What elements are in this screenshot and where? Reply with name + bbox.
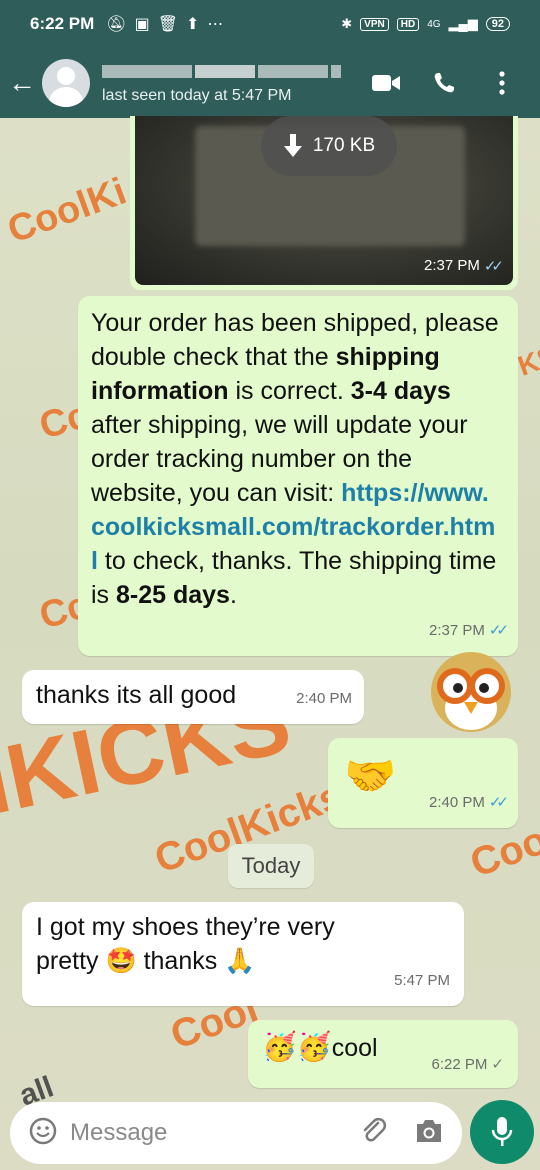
- upload-icon: ⬆︎: [186, 16, 200, 33]
- hd-badge: HD: [396, 17, 420, 31]
- message-text: thanks its all good: [36, 681, 237, 709]
- message-text: I got my shoes they’re very pretty 🤩 tha…: [36, 913, 335, 975]
- message-time: 2:37 PM: [428, 622, 485, 639]
- signal-icon: ▂▄▆: [448, 16, 478, 31]
- bluetooth-icon: ✱: [341, 16, 353, 31]
- overflow-menu-icon[interactable]: [488, 69, 516, 97]
- last-seen-status: last seen today at 5:47 PM: [102, 87, 292, 104]
- read-ticks-icon: ✓✓: [488, 622, 509, 639]
- message-text: cool: [331, 1034, 378, 1062]
- date-separator: Today: [228, 844, 314, 888]
- status-bar: 6:22 PM 🔕︎ ▣ 🗑︎ ⬆︎ ⋯ ✱ VPN HD 4G ▂▄▆ 92: [0, 0, 540, 48]
- message-time: 2:37 PM: [423, 257, 480, 274]
- delete-icon: 🗑︎: [157, 16, 178, 33]
- message-icon: ▣: [134, 16, 150, 33]
- back-arrow-icon[interactable]: ←: [2, 67, 42, 99]
- watermark-text: Coo: [464, 818, 540, 887]
- message-time: 2:40 PM: [428, 794, 485, 811]
- message-time: 2:40 PM: [296, 690, 352, 707]
- party-face-emoji: 🥳🥳: [262, 1031, 332, 1062]
- shipping-message[interactable]: Your order has been shipped, please doub…: [78, 296, 518, 656]
- video-call-icon[interactable]: [372, 69, 400, 97]
- message-composer[interactable]: Message: [10, 1102, 462, 1164]
- mic-button[interactable]: [470, 1100, 534, 1164]
- read-ticks-icon: ✓✓: [488, 794, 509, 811]
- battery-indicator: 92: [485, 17, 510, 31]
- message-time: 5:47 PM: [394, 972, 450, 989]
- attach-icon[interactable]: [360, 1117, 388, 1150]
- read-ticks-icon: ✓✓: [483, 258, 504, 275]
- sent-tick-icon: ✓: [491, 1056, 504, 1073]
- contact-name-redacted: [102, 61, 342, 81]
- folded-hands-emoji: 🙏: [224, 947, 256, 975]
- message-input[interactable]: Message: [70, 1119, 360, 1147]
- emoji-icon[interactable]: [28, 1116, 58, 1151]
- blurred-image-thumbnail[interactable]: 170 KB 2:37 PM ✓✓: [135, 116, 513, 285]
- incoming-message[interactable]: thanks its all good 2:40 PM: [22, 670, 364, 724]
- camera-icon[interactable]: [414, 1118, 444, 1149]
- chat-header: ← last seen today at 5:47 PM: [0, 48, 540, 118]
- status-time: 6:22 PM: [30, 14, 95, 33]
- message-time: 6:22 PM: [431, 1056, 488, 1073]
- mic-icon: [491, 1117, 513, 1146]
- incoming-message[interactable]: I got my shoes they’re very pretty 🤩 tha…: [22, 902, 464, 1006]
- avatar[interactable]: [42, 59, 90, 107]
- image-message[interactable]: 170 KB 2:37 PM ✓✓: [130, 116, 518, 290]
- download-button[interactable]: 170 KB: [261, 116, 397, 176]
- outgoing-emoji-message[interactable]: 🤝 2:40 PM ✓✓: [328, 738, 518, 828]
- network-label: 4G: [427, 18, 441, 30]
- mute-icon: 🔕︎: [106, 16, 127, 33]
- file-size: 170 KB: [312, 135, 376, 156]
- owl-sticker[interactable]: [428, 648, 514, 736]
- contact-info[interactable]: last seen today at 5:47 PM: [102, 61, 372, 105]
- handshake-emoji: 🤝: [344, 752, 397, 799]
- download-arrow-icon: [283, 134, 302, 157]
- shipping-message-text: Your order has been shipped, please doub…: [91, 309, 499, 609]
- star-eyes-emoji: 🤩: [105, 947, 137, 975]
- vpn-badge: VPN: [360, 17, 389, 31]
- more-dots-icon: ⋯: [207, 16, 224, 33]
- voice-call-icon[interactable]: [430, 69, 458, 97]
- outgoing-message[interactable]: 🥳🥳cool 6:22 PM ✓: [248, 1020, 518, 1088]
- watermark-text: CoolKi: [2, 170, 132, 252]
